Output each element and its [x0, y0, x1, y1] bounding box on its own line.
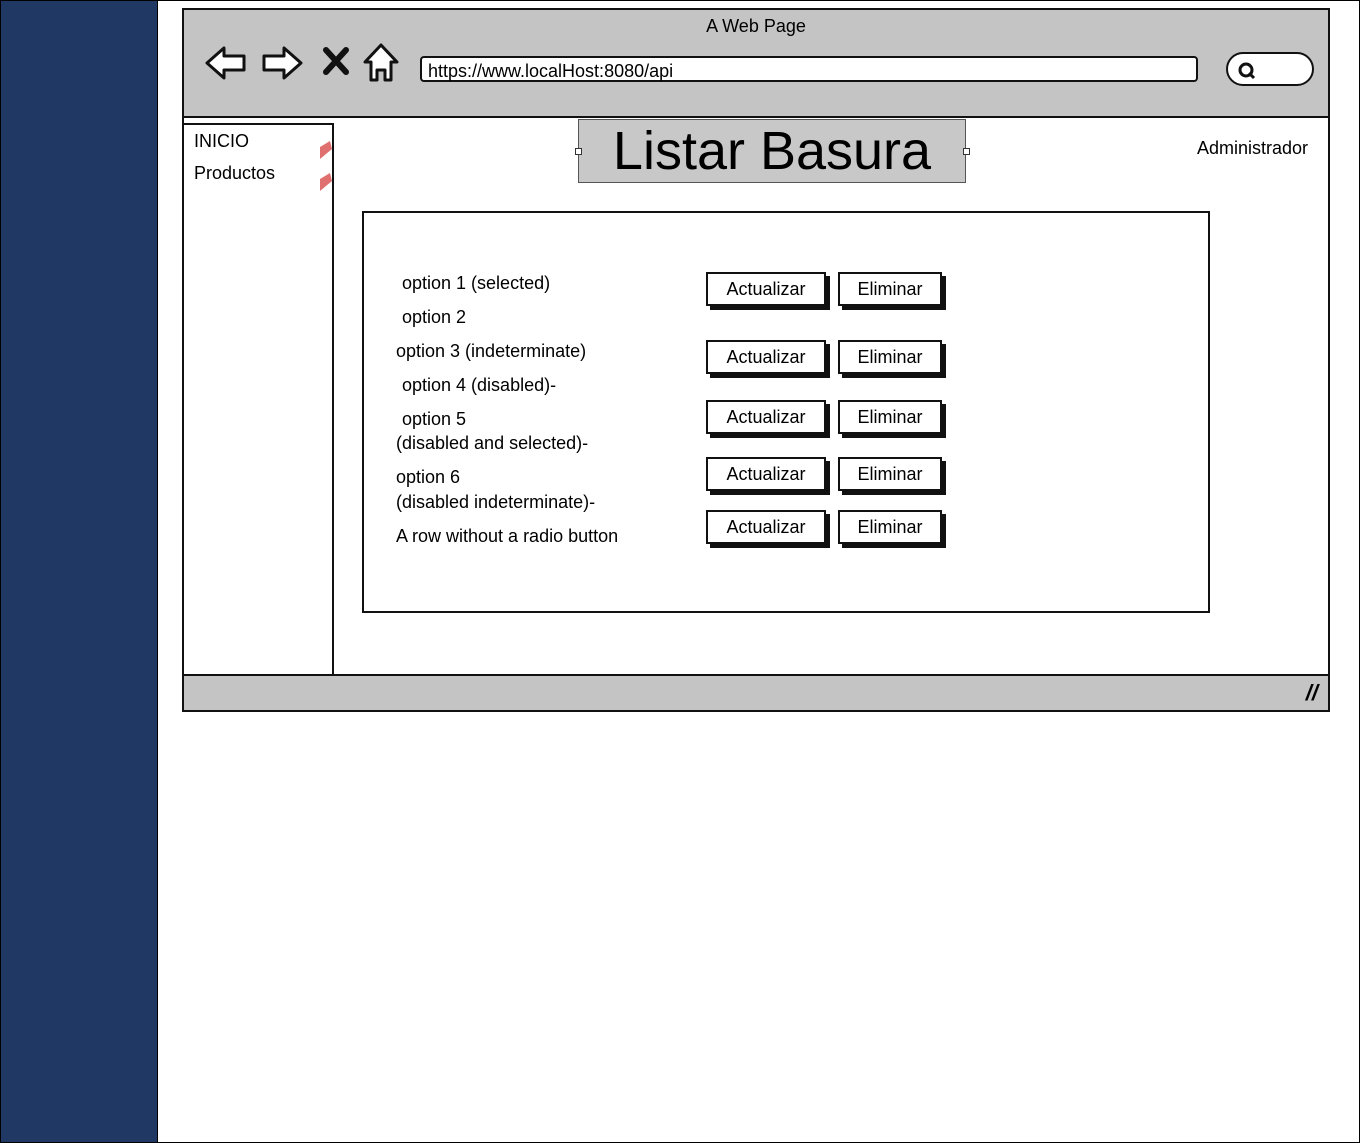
list-item: option 2	[402, 307, 467, 327]
resize-grip-icon[interactable]: //	[1306, 680, 1318, 706]
update-button[interactable]: Actualizar	[706, 400, 826, 434]
close-icon[interactable]	[322, 46, 350, 76]
browser-statusbar: //	[184, 674, 1328, 710]
list-item: (disabled indeterminate)-	[396, 492, 596, 512]
update-button[interactable]: Actualizar	[706, 457, 826, 491]
list-item: option 1 (selected)	[402, 273, 551, 293]
browser-titlebar: A Web Page https://www.localHost:8080/ap…	[184, 10, 1328, 118]
list-item: (disabled and selected)-	[396, 433, 589, 453]
left-band	[1, 1, 158, 1142]
delete-button[interactable]: Eliminar	[838, 510, 942, 544]
sidebar-arrow-icon	[318, 139, 334, 164]
delete-button[interactable]: Eliminar	[838, 457, 942, 491]
content-panel: option 1 (selected) option 2 option 3 (i…	[362, 211, 1210, 613]
home-icon[interactable]	[362, 42, 400, 84]
sidebar: INICIO Productos	[184, 123, 334, 680]
search-icon	[1238, 62, 1256, 80]
resize-handle	[963, 148, 970, 155]
back-arrow-icon[interactable]	[204, 44, 248, 82]
window-title: A Web Page	[706, 16, 806, 36]
page-title: Listar Basura	[578, 119, 966, 183]
resize-handle	[575, 148, 582, 155]
url-input[interactable]: https://www.localHost:8080/api	[420, 56, 1198, 82]
delete-button[interactable]: Eliminar	[838, 340, 942, 374]
update-button[interactable]: Actualizar	[706, 510, 826, 544]
list-item: option 4 (disabled)-	[402, 375, 557, 395]
search-field[interactable]	[1226, 52, 1314, 86]
update-button[interactable]: Actualizar	[706, 340, 826, 374]
sidebar-item-inicio[interactable]: INICIO	[194, 131, 249, 152]
list-item: option 6	[396, 467, 461, 487]
list-item: A row without a radio button	[396, 526, 619, 546]
forward-arrow-icon[interactable]	[260, 44, 304, 82]
user-label: Administrador	[1196, 138, 1308, 158]
delete-button[interactable]: Eliminar	[838, 272, 942, 306]
sidebar-item-productos[interactable]: Productos	[194, 163, 275, 184]
list-item: option 5	[402, 409, 467, 429]
list-item: option 3 (indeterminate)	[396, 341, 587, 361]
update-button[interactable]: Actualizar	[706, 272, 826, 306]
browser-window: A Web Page https://www.localHost:8080/ap…	[182, 8, 1330, 712]
delete-button[interactable]: Eliminar	[838, 400, 942, 434]
sidebar-arrow-icon	[318, 171, 334, 196]
